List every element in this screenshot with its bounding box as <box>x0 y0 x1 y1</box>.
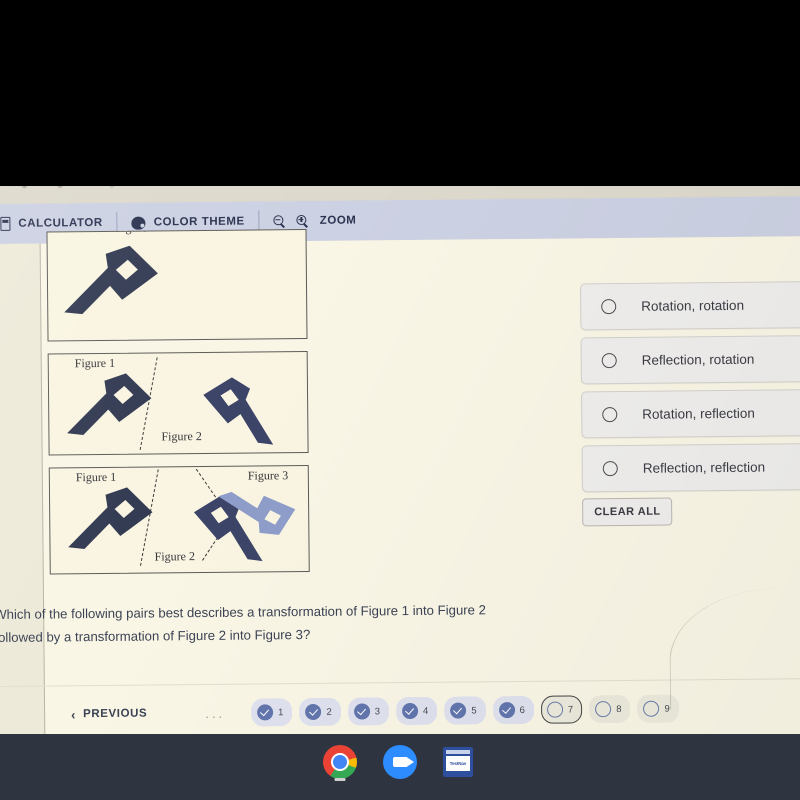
radio-button[interactable] <box>601 353 617 369</box>
check-icon <box>450 702 467 719</box>
photographed-screen: Part [A of B] Geometry CALCULATOR COLOR … <box>0 186 800 734</box>
previous-button[interactable]: ‹ PREVIOUS <box>71 706 147 722</box>
answer-options: Rotation, rotation Reflection, rotation … <box>580 280 800 527</box>
check-icon <box>498 702 515 719</box>
radio-button[interactable] <box>602 407 618 423</box>
screen-perspective-wrapper: Part [A of B] Geometry CALCULATOR COLOR … <box>0 186 800 734</box>
testnav-label: TestNav <box>449 761 467 766</box>
panel1-figure1-shape <box>64 245 158 315</box>
check-icon <box>401 702 419 720</box>
chrome-icon[interactable] <box>323 745 357 781</box>
question-number: 5 <box>471 704 477 716</box>
option-label: Rotation, reflection <box>642 405 755 422</box>
screenshot-root: Part [A of B] Geometry CALCULATOR COLOR … <box>0 0 800 800</box>
calculator-icon <box>0 216 11 231</box>
question-number-list: 1 2 3 4 5 6 7 8 9 <box>250 694 679 727</box>
check-icon <box>353 703 370 720</box>
question-item-6[interactable]: 6 <box>492 695 535 725</box>
option-reflection-reflection[interactable]: Reflection, reflection <box>581 442 800 493</box>
check-icon <box>257 704 274 721</box>
question-item-9[interactable]: 9 <box>637 694 679 723</box>
panel2-figure1-shape <box>67 373 152 435</box>
zoom-in-icon[interactable] <box>296 214 310 228</box>
question-number: 3 <box>374 705 381 717</box>
zoom-app-icon[interactable] <box>383 745 417 779</box>
question-number: 6 <box>519 704 525 716</box>
panel3-figure3-shape <box>218 491 296 535</box>
check-icon <box>305 703 322 721</box>
bottom-navigation: ‹ PREVIOUS ... 1 2 3 4 5 6 7 8 9 <box>0 678 800 734</box>
panel2-figure2-shape <box>203 377 274 445</box>
question-line-2: followed by a transformation of Figure 2… <box>0 626 311 645</box>
zoom-controls: ZOOM <box>260 214 371 228</box>
zoom-out-icon[interactable] <box>273 214 287 228</box>
figure-panel-1: Figure 1 <box>46 229 308 342</box>
option-reflection-rotation[interactable]: Reflection, rotation <box>580 334 800 385</box>
question-number: 9 <box>664 703 670 715</box>
question-item-8[interactable]: 8 <box>589 694 631 724</box>
palette-icon <box>131 216 146 230</box>
circle-icon <box>546 701 563 718</box>
question-item-5[interactable]: 5 <box>444 696 486 725</box>
radio-button[interactable] <box>601 299 617 315</box>
nav-ellipsis: ... <box>205 705 226 721</box>
clear-all-button[interactable]: CLEAR ALL <box>582 497 673 527</box>
figure-panel-2: Figure 1 Figure 2 <box>47 350 309 456</box>
taskbar-icon-group: TestNav <box>0 745 800 781</box>
question-text: Which of the following pairs best descri… <box>0 598 594 649</box>
question-number: 2 <box>326 706 332 718</box>
panel3-figure1-shape <box>68 487 153 549</box>
test-content-area: Figure 1 Figure 1 Figure 2 <box>0 229 800 734</box>
left-gutter <box>0 243 46 734</box>
window-title-text: Part [A of B] Geometry <box>0 186 116 188</box>
figure-panel-3: Figure 1 Figure 2 Figure 3 <box>48 464 310 575</box>
option-label: Rotation, rotation <box>641 297 745 314</box>
color-theme-label: COLOR THEME <box>153 215 245 229</box>
question-item-2[interactable]: 2 <box>299 697 341 727</box>
question-item-1[interactable]: 1 <box>250 698 293 727</box>
question-item-4[interactable]: 4 <box>395 696 438 726</box>
option-label: Reflection, reflection <box>642 459 766 476</box>
previous-label: PREVIOUS <box>82 707 148 721</box>
panel1-figure1-label: Figure 1 <box>115 229 155 236</box>
radio-button[interactable] <box>602 461 618 477</box>
question-number: 1 <box>278 706 284 718</box>
testnav-icon[interactable]: TestNav <box>443 745 477 779</box>
question-item-7[interactable]: 7 <box>540 695 583 724</box>
calculator-label: CALCULATOR <box>18 216 103 230</box>
circle-icon <box>595 701 612 718</box>
os-taskbar: TestNav <box>0 734 800 800</box>
zoom-label: ZOOM <box>319 214 357 227</box>
question-number: 4 <box>422 705 429 717</box>
option-rotation-rotation[interactable]: Rotation, rotation <box>580 280 800 331</box>
question-number: 8 <box>616 703 622 715</box>
circle-icon <box>643 700 660 717</box>
option-label: Reflection, rotation <box>641 351 755 368</box>
option-rotation-reflection[interactable]: Rotation, reflection <box>581 388 800 439</box>
question-item-3[interactable]: 3 <box>347 697 390 726</box>
question-number: 7 <box>567 703 574 716</box>
chevron-left-icon: ‹ <box>71 706 77 722</box>
